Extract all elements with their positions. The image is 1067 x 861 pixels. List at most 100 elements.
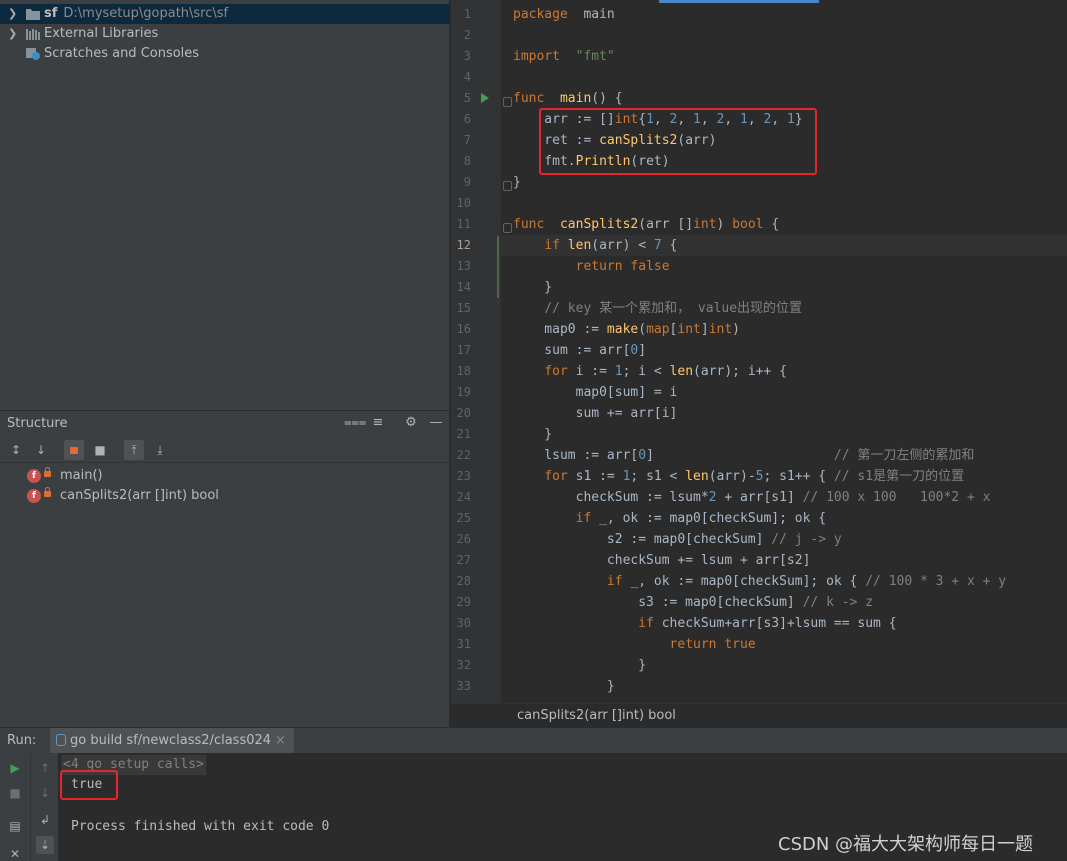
structure-item-label: main() — [60, 468, 103, 483]
expand-arrow-icon[interactable]: ❯ — [8, 24, 18, 44]
line-number: 21 — [456, 427, 471, 441]
code-line[interactable]: if _, ok := map0[checkSum]; ok { — [513, 508, 826, 529]
show-private-icon[interactable] — [64, 440, 84, 460]
code-line[interactable]: func canSplits2(arr []int) bool { — [513, 214, 779, 235]
soft-wrap-icon[interactable]: ↲ — [36, 811, 54, 829]
code-line[interactable]: return true — [513, 634, 756, 655]
left-tool-window: ❯ sf D:\mysetup\gopath\src\sf ❯ External … — [0, 0, 450, 727]
line-number: 19 — [456, 385, 471, 399]
line-number: 20 — [456, 406, 471, 420]
code-line[interactable]: for s1 := 1; s1 < len(arr)-5; s1++ { // … — [513, 466, 964, 487]
editor-gutter: 1 2 3 4 5 6 7 8 9 10 11 12 13 14 15 16 17 18 19 20 21 22 23 24 2… — [451, 0, 501, 703]
code-line[interactable]: return false — [513, 256, 670, 277]
code-line[interactable]: checkSum += lsum + arr[s2] — [513, 550, 811, 571]
project-tree: ❯ sf D:\mysetup\gopath\src\sf ❯ External … — [0, 0, 450, 408]
structure-item-label: canSplits2(arr []int) bool — [60, 488, 219, 503]
code-line[interactable]: } — [513, 655, 646, 676]
line-number: 2 — [463, 28, 471, 42]
tree-node-label: sf D:\mysetup\gopath\src\sf — [44, 6, 229, 21]
code-line[interactable]: checkSum := lsum*2 + arr[s1] // 100 x 10… — [513, 487, 991, 508]
code-line[interactable]: if checkSum+arr[s3]+lsum == sum { — [513, 613, 896, 634]
collapse-all-icon[interactable]: ≡ — [370, 415, 386, 431]
code-line[interactable]: map0[sum] = i — [513, 382, 678, 403]
down-arrow-icon[interactable]: ↓ — [36, 784, 54, 802]
line-number: 6 — [463, 112, 471, 126]
fold-marker-icon[interactable] — [503, 181, 512, 191]
expand-arrow-icon[interactable]: ❯ — [8, 4, 18, 24]
line-number: 5 — [463, 91, 471, 105]
pin-icon[interactable]: ✕ — [6, 845, 24, 861]
watermark: CSDN @福大大架构师每日一题 — [778, 834, 1034, 855]
run-tab[interactable]: go build sf/newclass2/class024 × — [50, 728, 294, 754]
line-number: 14 — [456, 280, 471, 294]
line-number: 25 — [456, 511, 471, 525]
code-line[interactable]: map0 := make(map[int]int) — [513, 319, 740, 340]
line-number: 22 — [456, 448, 471, 462]
code-line[interactable]: } — [513, 277, 552, 298]
tree-node-sf[interactable]: ❯ sf D:\mysetup\gopath\src\sf — [0, 4, 450, 24]
editor-tab-indicator — [659, 0, 819, 3]
code-line[interactable]: import "fmt" — [513, 46, 615, 67]
sort-by-type-icon[interactable]: ↕ — [6, 440, 26, 460]
code-line[interactable]: if _, ok := map0[checkSum]; ok { // 100 … — [513, 571, 1006, 592]
line-number: 33 — [456, 679, 471, 693]
line-number: 9 — [463, 175, 471, 189]
code-line[interactable]: func main() { — [513, 88, 623, 109]
code-line[interactable]: sum += arr[i] — [513, 403, 678, 424]
sort-alpha-icon[interactable]: ↓ — [31, 440, 51, 460]
code-line[interactable]: } — [513, 676, 615, 697]
close-icon[interactable]: × — [275, 733, 286, 748]
run-gutter-icon[interactable] — [481, 93, 489, 103]
code-line[interactable]: package main — [513, 4, 615, 25]
rerun-icon[interactable]: ▶ — [6, 759, 24, 777]
code-line[interactable]: if len(arr) < 7 { — [513, 235, 677, 256]
line-number: 31 — [456, 637, 471, 651]
line-number: 13 — [456, 259, 471, 273]
line-number: 8 — [463, 154, 471, 168]
code-line[interactable]: } — [513, 424, 552, 445]
code-line[interactable]: for i := 1; i < len(arr); i++ { — [513, 361, 787, 382]
lock-icon — [44, 487, 51, 497]
run-toolbar: Run: go build sf/newclass2/class024 × — [0, 727, 1067, 754]
code-line[interactable]: } — [513, 172, 521, 193]
structure-title: Structure — [7, 416, 68, 431]
fold-marker-icon[interactable] — [503, 97, 512, 107]
stop-icon[interactable]: ■ — [6, 784, 24, 802]
code-line[interactable]: // key 某一个累加和， value出现的位置 — [513, 298, 802, 319]
code-line[interactable]: s2 := map0[checkSum] // j -> y — [513, 529, 842, 550]
line-number: 27 — [456, 553, 471, 567]
scroll-to-end-icon[interactable]: ⇣ — [36, 836, 54, 854]
structure-item-cansplits2[interactable]: f canSplits2(arr []int) bool — [0, 486, 450, 506]
fold-marker-icon[interactable] — [503, 223, 512, 233]
tree-node-scratches[interactable]: Scratches and Consoles — [0, 44, 450, 64]
gear-icon[interactable]: ⚙ — [403, 415, 419, 431]
show-fields-icon[interactable]: ■ — [90, 440, 110, 460]
run-label: Run: — [7, 733, 37, 748]
line-number: 24 — [456, 490, 471, 504]
code-line[interactable]: s3 := map0[checkSum] // k -> z — [513, 592, 873, 613]
tree-node-external-libraries[interactable]: ❯ External Libraries — [0, 24, 450, 44]
line-number: 16 — [456, 322, 471, 336]
expand-all-icon[interactable]: ⩶ — [344, 415, 366, 431]
structure-toolbar: ↕ ↓ ■ ⤒ ⤓ — [0, 437, 450, 463]
lock-icon — [44, 467, 51, 477]
highlight-box-output — [60, 770, 118, 800]
line-number: 15 — [456, 301, 471, 315]
hide-icon[interactable]: — — [428, 415, 444, 431]
line-number: 29 — [456, 595, 471, 609]
line-number: 11 — [456, 217, 471, 231]
up-arrow-icon[interactable]: ↑ — [36, 759, 54, 777]
tree-node-label: External Libraries — [44, 26, 159, 41]
line-number: 7 — [463, 133, 471, 147]
run-side-toolbar-2: ↑ ↓ ↲ ⇣ — [30, 753, 58, 861]
autoscroll-from-source-icon[interactable]: ⤓ — [150, 440, 170, 460]
structure-item-main[interactable]: f main() — [0, 466, 450, 486]
line-number: 26 — [456, 532, 471, 546]
code-line[interactable]: lsum := arr[0] // 第一刀左侧的累加和 — [513, 445, 974, 466]
code-line[interactable]: sum := arr[0] — [513, 340, 646, 361]
code-editor[interactable]: 1 2 3 4 5 6 7 8 9 10 11 12 13 14 15 16 17 18 19 20 21 22 23 24 2… — [451, 0, 1067, 703]
layout-icon[interactable]: ▤ — [6, 817, 24, 835]
line-number: 3 — [463, 49, 471, 63]
breadcrumb[interactable]: canSplits2(arr []int) bool — [451, 703, 1067, 727]
autoscroll-to-source-icon[interactable]: ⤒ — [124, 440, 144, 460]
